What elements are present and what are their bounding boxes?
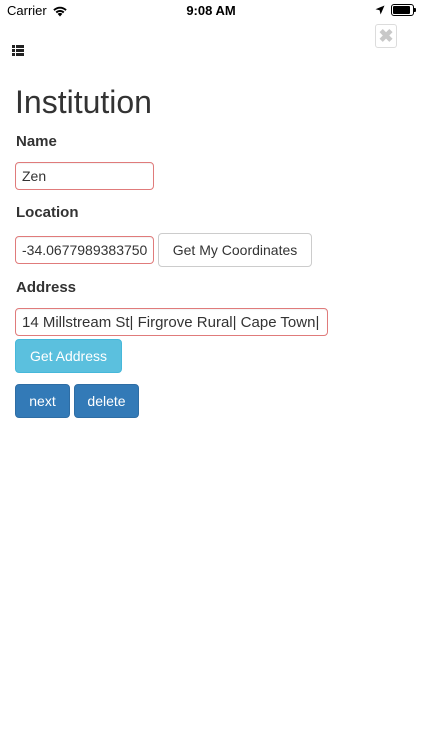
status-time: 9:08 AM <box>186 3 236 18</box>
close-button[interactable]: ✖ <box>375 24 397 48</box>
address-label: Address <box>16 279 77 296</box>
address-input[interactable] <box>15 308 328 336</box>
page-title: Institution <box>15 84 152 120</box>
status-right <box>375 4 416 16</box>
close-icon: ✖ <box>378 26 394 46</box>
battery-icon <box>391 4 416 16</box>
status-bar: Carrier 9:08 AM <box>0 0 422 22</box>
get-address-label: Get Address <box>29 348 108 364</box>
battery-fill <box>393 6 411 14</box>
location-arrow-icon <box>375 5 385 15</box>
list-icon[interactable] <box>12 45 24 56</box>
next-button[interactable]: next <box>15 384 70 418</box>
get-coordinates-label: Get My Coordinates <box>172 242 298 258</box>
delete-button[interactable]: delete <box>74 384 139 418</box>
get-address-button[interactable]: Get Address <box>15 339 122 373</box>
location-input[interactable] <box>15 236 154 264</box>
get-coordinates-button[interactable]: Get My Coordinates <box>158 233 312 267</box>
location-label: Location <box>16 204 79 221</box>
delete-label: delete <box>87 393 126 409</box>
name-input[interactable] <box>15 162 154 190</box>
name-label: Name <box>16 133 57 150</box>
next-label: next <box>29 393 56 409</box>
